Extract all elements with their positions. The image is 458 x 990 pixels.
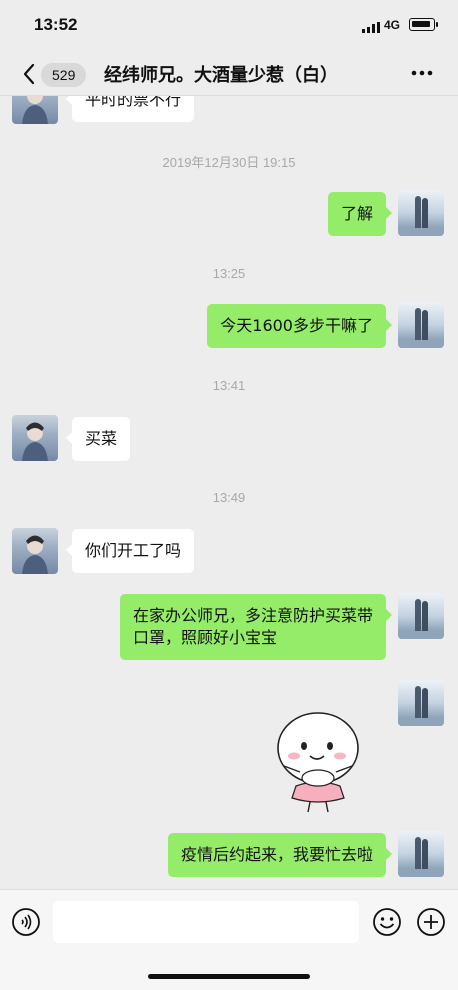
my-avatar[interactable] <box>398 831 444 877</box>
message-bubble[interactable]: 了解 <box>327 192 393 236</box>
message-bubble[interactable]: 今天1600多步干嘛了 <box>207 304 392 348</box>
more-dots-icon[interactable] <box>408 63 436 83</box>
home-indicator[interactable] <box>148 974 310 979</box>
message-line: 在家办公师兄，多注意防护买菜带 <box>132 606 373 625</box>
voice-icon[interactable] <box>11 907 41 937</box>
chat-header: 529 经纬师兄。大酒量少惹（白） <box>0 52 458 96</box>
message-bubble[interactable]: 平时的票不行 <box>65 96 195 122</box>
my-avatar[interactable] <box>398 680 444 726</box>
message-timestamp: 13:25 <box>212 266 246 281</box>
message-line: 口罩，照顾好小宝宝 <box>132 628 277 647</box>
chat-title: 经纬师兄。大酒量少惹（白） <box>104 65 338 86</box>
status-bar: 13:52 4G <box>0 0 458 52</box>
message-bubble[interactable]: 疫情后约起来，我要忙去啦 <box>167 833 393 877</box>
message-timestamp: 13:49 <box>212 490 246 505</box>
my-avatar[interactable] <box>398 190 444 236</box>
my-avatar[interactable] <box>398 593 444 639</box>
contact-avatar[interactable] <box>12 96 58 124</box>
plus-icon[interactable] <box>416 907 446 937</box>
home-indicator-area <box>0 951 458 990</box>
contact-avatar[interactable] <box>12 528 58 574</box>
unread-count-badge[interactable]: 529 <box>41 63 87 87</box>
chat-message-list[interactable]: 平时的票不行 2019年12月30日 19:15 了解 13:25 今天1600… <box>0 96 458 889</box>
chevron-left-icon[interactable] <box>20 62 40 86</box>
message-input-bar <box>0 889 458 951</box>
network-type: 4G <box>384 18 401 32</box>
message-timestamp: 2019年12月30日 19:15 <box>162 155 296 170</box>
contact-avatar[interactable] <box>12 415 58 461</box>
status-time: 13:52 <box>34 15 78 34</box>
message-bubble[interactable]: 在家办公师兄，多注意防护买菜带 口罩，照顾好小宝宝 <box>119 594 393 660</box>
message-timestamp: 13:41 <box>212 378 246 393</box>
sticker-image[interactable] <box>270 706 370 816</box>
my-avatar[interactable] <box>398 302 444 348</box>
message-bubble[interactable]: 买菜 <box>65 417 131 461</box>
message-bubble[interactable]: 你们开工了吗 <box>65 529 195 573</box>
message-input[interactable] <box>53 901 359 943</box>
signal-icon <box>362 22 380 33</box>
emoji-icon[interactable] <box>372 907 402 937</box>
battery-icon <box>409 18 438 31</box>
